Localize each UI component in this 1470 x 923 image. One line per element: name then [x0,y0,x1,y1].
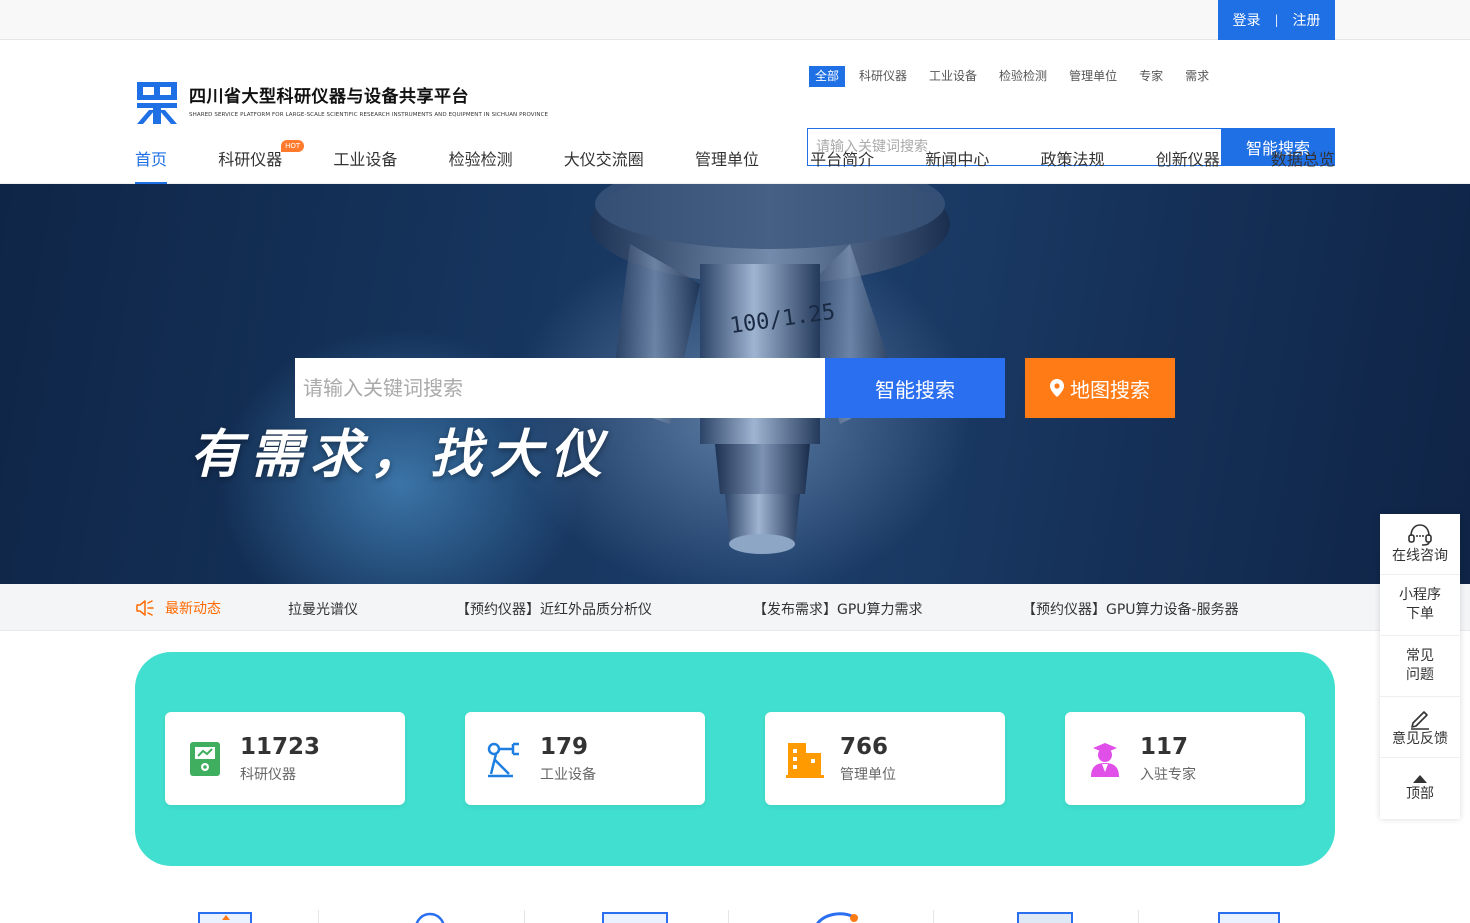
hero-search: 智能搜索 地图搜索 [295,358,1175,418]
divider [1138,910,1139,923]
hero-slogan: 有需求，找大仪 [190,424,611,485]
service-icon-row [0,908,1470,923]
stat-label: 入驻专家 [1140,766,1196,783]
service-icon[interactable] [1017,912,1073,923]
service-icon[interactable] [602,912,668,923]
map-search-label: 地图搜索 [1070,377,1150,402]
auth-bar: 登录 | 注册 [1218,0,1335,40]
service-icon[interactable] [812,912,862,923]
stat-card-equipment[interactable]: 179 工业设备 [465,712,705,805]
search-tab-instruments[interactable]: 科研仪器 [853,66,913,87]
expert-icon [1091,742,1119,777]
miniprogram-label-2: 下单 [1406,606,1434,622]
site-logo[interactable]: 四川省大型科研仪器与设备共享平台 SHARED SERVICE PLATFORM… [135,80,548,125]
logo-mark-icon [135,80,179,125]
ticker-label-text: 最新动态 [165,601,221,617]
search-tab-equipment[interactable]: 工业设备 [923,66,983,87]
service-icon[interactable] [1218,912,1280,923]
back-to-top-button[interactable]: 顶部 [1380,758,1460,819]
divider [524,910,525,923]
nav-units[interactable]: 管理单位 [695,146,759,184]
back-to-top-label: 顶部 [1406,786,1434,802]
ticker-item[interactable]: 【预约仪器】近红外品质分析仪 [456,599,652,619]
speaker-icon [136,600,154,616]
site-header: 四川省大型科研仪器与设备共享平台 SHARED SERVICE PLATFORM… [0,40,1470,184]
hot-badge: HOT [281,140,305,152]
nav-home[interactable]: 首页 [135,146,168,184]
building-icon [786,742,824,778]
stat-value: 179 [540,733,589,760]
pencil-icon [1411,710,1429,730]
nav-news[interactable]: 新闻中心 [925,146,989,184]
faq-button[interactable]: 常见 问题 [1380,636,1460,697]
stats-panel: 11723 科研仪器 179 工业设备 766 管理单位 117 入驻专家 [135,652,1335,866]
hero-search-input[interactable] [295,358,825,418]
nav-instruments[interactable]: 科研仪器 HOT [218,140,305,184]
miniprogram-button[interactable]: 小程序 下单 [1380,575,1460,636]
divider [933,910,934,923]
divider [728,910,729,923]
floating-toolbar: 在线咨询 小程序 下单 常见 问题 意见反馈 顶部 [1380,514,1460,819]
robot-arm-icon [487,742,519,777]
top-bar: 登录 | 注册 [0,0,1470,40]
stat-label: 工业设备 [540,766,596,783]
faq-label: 常见 [1406,648,1434,664]
stat-value: 117 [1140,733,1189,760]
faq-label-2: 问题 [1406,667,1434,683]
miniprogram-label: 小程序 [1399,587,1441,603]
ticker-item[interactable]: 【发布需求】GPU算力需求 [753,599,923,619]
feedback-label: 意见反馈 [1392,730,1448,747]
headset-icon [1408,523,1432,546]
online-consult-label: 在线咨询 [1392,547,1448,564]
site-subtitle: SHARED SERVICE PLATFORM FOR LARGE-SCALE … [189,112,549,118]
site-title: 四川省大型科研仪器与设备共享平台 [189,87,469,107]
main-nav: 首页 科研仪器 HOT 工业设备 检验检测 大仪交流圈 管理单位 平台简介 新闻… [135,140,1335,184]
stat-card-instruments[interactable]: 11723 科研仪器 [165,712,405,805]
stat-value: 766 [840,733,889,760]
service-icon[interactable] [198,912,252,923]
search-tab-all[interactable]: 全部 [809,66,846,87]
stat-value: 11723 [240,733,321,760]
hero-banner: 100/1.25 有需求，找大仪 智能搜索 地图搜索 [0,184,1470,584]
auth-divider: | [1274,13,1279,27]
map-search-button[interactable]: 地图搜索 [1025,358,1175,418]
nav-overview[interactable]: 数据总览 [1271,146,1335,184]
nav-exchange[interactable]: 大仪交流圈 [564,146,644,184]
search-category-tabs: 全部 科研仪器 工业设备 检验检测 管理单位 专家 需求 [809,66,1225,87]
feedback-button[interactable]: 意见反馈 [1380,697,1460,758]
stat-card-units[interactable]: 766 管理单位 [765,712,1005,805]
ticker-item[interactable]: 【预约仪器】GPU算力设备-服务器 [1022,599,1239,619]
search-tab-units[interactable]: 管理单位 [1063,66,1123,87]
stat-label: 科研仪器 [240,766,296,783]
nav-equipment[interactable]: 工业设备 [333,146,397,184]
news-ticker: 最新动态 拉曼光谱仪 【预约仪器】近红外品质分析仪 【发布需求】GPU算力需求 … [0,584,1470,631]
ticker-label: 最新动态 [135,598,221,618]
service-icon[interactable] [412,912,448,923]
nav-about[interactable]: 平台简介 [810,146,874,184]
nav-instruments-label: 科研仪器 [218,150,283,169]
instrument-icon [190,741,220,776]
search-tab-experts[interactable]: 专家 [1133,66,1169,87]
login-link[interactable]: 登录 [1232,10,1260,30]
map-pin-icon [1050,379,1064,397]
caret-up-icon [1413,775,1427,783]
search-tab-testing[interactable]: 检验检测 [993,66,1053,87]
search-tab-demands[interactable]: 需求 [1179,66,1215,87]
stat-card-experts[interactable]: 117 入驻专家 [1065,712,1305,805]
divider [318,910,319,923]
nav-testing[interactable]: 检验检测 [449,146,513,184]
online-consult-button[interactable]: 在线咨询 [1380,514,1460,575]
stat-label: 管理单位 [840,766,896,783]
hero-search-button[interactable]: 智能搜索 [825,358,1005,418]
nav-policy[interactable]: 政策法规 [1041,146,1105,184]
register-link[interactable]: 注册 [1293,10,1321,30]
nav-innovation[interactable]: 创新仪器 [1156,146,1220,184]
ticker-item[interactable]: 拉曼光谱仪 [288,599,358,619]
